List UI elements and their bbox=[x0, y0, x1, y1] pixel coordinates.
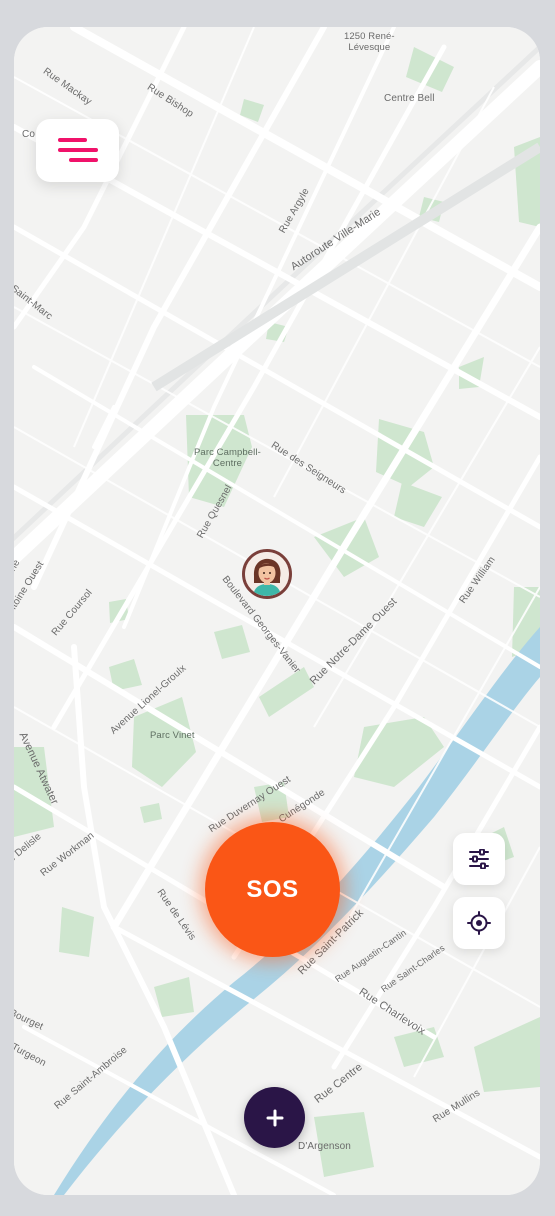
sliders-icon bbox=[469, 849, 489, 869]
menu-icon bbox=[57, 137, 98, 162]
user-avatar[interactable] bbox=[242, 549, 292, 599]
add-button[interactable] bbox=[244, 1087, 305, 1148]
map[interactable] bbox=[14, 27, 540, 1195]
phone-screen: 1250 René- Lévesque Rue Mackay Rue Bisho… bbox=[14, 27, 540, 1195]
sos-label: SOS bbox=[246, 875, 299, 903]
map-label-centre-bell: Centre Bell bbox=[384, 93, 435, 104]
plus-icon bbox=[266, 1109, 283, 1126]
sos-button[interactable]: SOS bbox=[205, 822, 340, 957]
map-label-rene-levesque: 1250 René- Lévesque bbox=[344, 31, 395, 53]
crosshair-icon bbox=[467, 911, 491, 935]
locate-button[interactable] bbox=[453, 897, 505, 949]
map-label-parc-vinet: Parc Vinet bbox=[150, 730, 195, 741]
map-label-d-argenson: D'Argenson bbox=[298, 1141, 351, 1152]
map-label-co: Co bbox=[22, 129, 35, 140]
map-label-parc-campbell: Parc Campbell- Centre bbox=[194, 447, 261, 469]
filter-button[interactable] bbox=[453, 833, 505, 885]
menu-button[interactable] bbox=[36, 119, 119, 182]
